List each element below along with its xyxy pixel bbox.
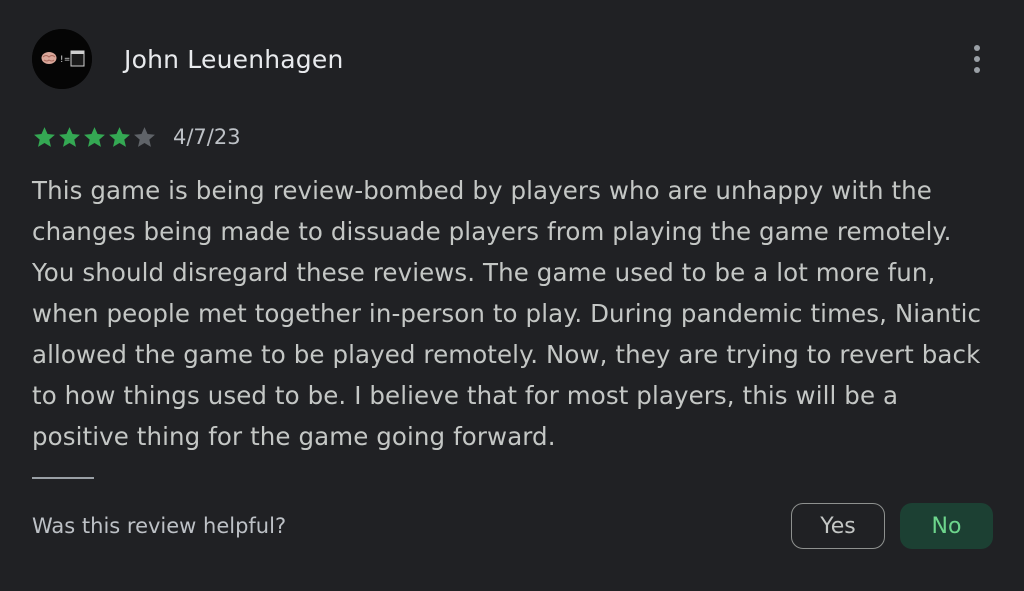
avatar[interactable]: != (32, 29, 92, 89)
svg-text:!=: != (59, 55, 70, 65)
star-empty-icon (134, 126, 155, 147)
rating-row: 4/7/23 (32, 122, 241, 152)
helpful-yes-button[interactable]: Yes (791, 503, 885, 549)
star-filled-icon (109, 126, 130, 147)
helpful-no-button[interactable]: No (900, 503, 993, 549)
brain-terminal-avatar-icon: != (32, 29, 92, 89)
helpful-question: Was this review helpful? (32, 514, 287, 538)
author-name: John Leuenhagen (124, 44, 344, 74)
divider (32, 477, 94, 479)
star-filled-icon (34, 126, 55, 147)
star-filled-icon (59, 126, 80, 147)
review-date: 4/7/23 (173, 125, 241, 149)
star-rating (32, 125, 157, 150)
more-options-button[interactable] (960, 40, 994, 78)
review-card: != John Leuenhagen 4/7/23 This game is b… (0, 0, 1024, 591)
star-filled-icon (84, 126, 105, 147)
review-header: != John Leuenhagen (32, 28, 344, 90)
more-vert-icon (974, 45, 980, 73)
review-text: This game is being review-bombed by play… (32, 176, 982, 451)
